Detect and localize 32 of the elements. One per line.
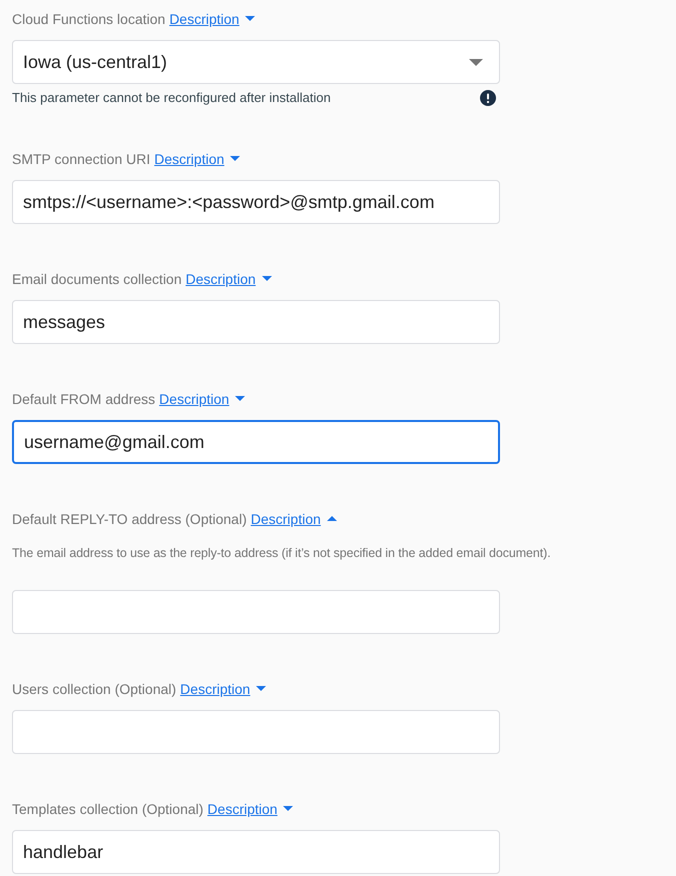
field-label: Users collection (Optional) xyxy=(12,680,176,699)
input-field[interactable]: username@gmail.com xyxy=(12,420,500,464)
field-label: Default REPLY-TO address (Optional) xyxy=(12,510,247,529)
input-field[interactable]: handlebar xyxy=(12,830,500,874)
input-field[interactable] xyxy=(12,710,500,754)
caret-icon[interactable] xyxy=(262,276,272,282)
input-field[interactable]: smtps://<username>:<password>@smtp.gmail.com xyxy=(12,180,500,224)
caret-icon[interactable] xyxy=(245,16,256,22)
field-label: Templates collection (Optional) xyxy=(12,800,204,819)
input-field[interactable]: messages xyxy=(12,300,500,344)
field-label: Email documents collection xyxy=(12,270,182,288)
hint-text: This parameter cannot be reconfigured after installation xyxy=(12,89,331,108)
caret-icon[interactable] xyxy=(256,686,266,692)
warning-icon xyxy=(480,90,496,106)
field-label: SMTP connection URI xyxy=(12,150,150,168)
dropdown-arrow-icon[interactable] xyxy=(469,58,483,66)
description-link[interactable]: Description xyxy=(154,148,224,170)
description-link[interactable]: Description xyxy=(180,678,250,700)
location-dropdown[interactable]: Iowa (us-central1) xyxy=(12,40,500,84)
caret-icon[interactable] xyxy=(326,516,337,522)
input-field[interactable] xyxy=(12,590,500,634)
description-link[interactable]: Description xyxy=(250,508,321,530)
description-link[interactable]: Description xyxy=(169,8,240,30)
field-label: Cloud Functions location xyxy=(12,10,166,28)
description-link[interactable]: Description xyxy=(207,798,278,820)
caret-icon[interactable] xyxy=(230,156,240,162)
description-link[interactable]: Description xyxy=(186,268,256,290)
caret-icon[interactable] xyxy=(235,396,246,402)
description-link[interactable]: Description xyxy=(159,388,230,410)
description-text: The email address to use as the reply-to address (if it’s not specified in the added email document). xyxy=(12,545,552,561)
caret-icon[interactable] xyxy=(283,806,294,812)
field-label: Default FROM address xyxy=(12,390,156,408)
